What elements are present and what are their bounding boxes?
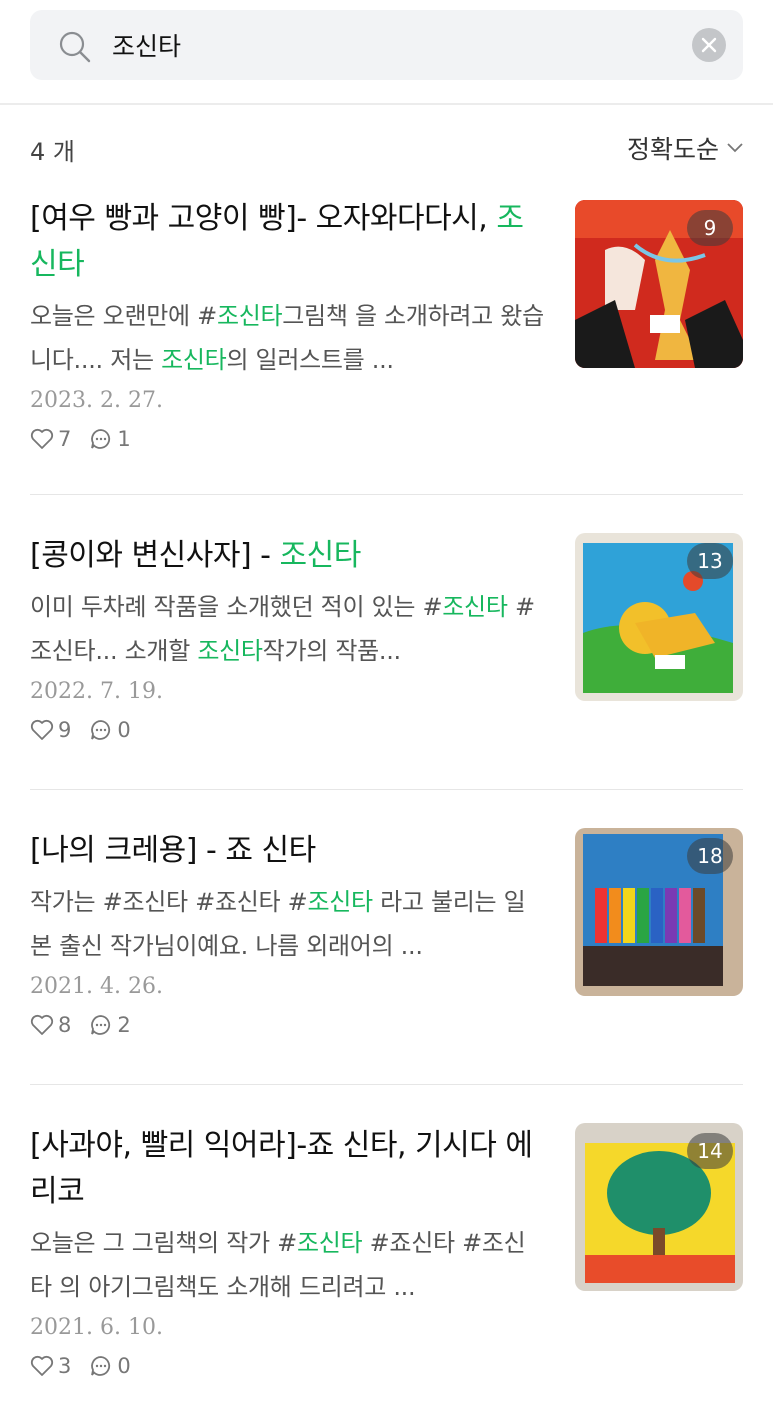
result-date: 2023. 2. 27. <box>30 388 163 413</box>
like-count: 8 <box>58 1013 72 1037</box>
search-bar[interactable] <box>30 10 743 80</box>
comment-icon <box>91 429 111 449</box>
result-stats: 9 0 <box>30 718 545 742</box>
result-count: 4 개 <box>30 138 75 166</box>
result-thumbnail[interactable]: 9 <box>575 200 743 368</box>
sort-label: 정확도순 <box>626 135 719 164</box>
like-count: 3 <box>58 1354 72 1378</box>
image-count-badge: 14 <box>687 1133 733 1169</box>
sort-dropdown[interactable]: 정확도순 <box>627 130 743 166</box>
result-title[interactable]: [사과야, 빨리 익어라]-죠 신타, 기시다 에리코 <box>30 1123 545 1215</box>
heart-icon <box>30 719 54 740</box>
comment-count: 0 <box>117 718 131 742</box>
result-title[interactable]: [콩이와 변신사자] - 조신타 <box>30 533 545 579</box>
search-header <box>0 0 773 105</box>
result-stats: 7 1 <box>30 427 545 451</box>
image-count-badge: 13 <box>687 543 733 579</box>
search-icon <box>59 31 91 63</box>
result-item[interactable]: [콩이와 변신사자] - 조신타 이미 두차례 작품을 소개했던 적이 있는 #… <box>30 494 743 790</box>
comment-icon <box>91 1015 111 1035</box>
result-stats: 8 2 <box>30 1013 545 1037</box>
heart-icon <box>30 428 54 449</box>
like-count: 9 <box>58 718 72 742</box>
close-icon <box>701 37 717 53</box>
result-thumbnail[interactable]: 13 <box>575 533 743 701</box>
result-snippet: 이미 두차례 작품을 소개했던 적이 있는 #조신타 #조신타... 소개할 조… <box>30 593 535 665</box>
clear-search-button[interactable] <box>692 28 726 62</box>
heart-icon <box>30 1014 54 1035</box>
image-count-badge: 18 <box>687 838 733 874</box>
like-count: 7 <box>58 427 72 451</box>
comment-icon <box>91 720 111 740</box>
search-input[interactable] <box>112 26 692 64</box>
image-count-badge: 9 <box>687 210 733 246</box>
result-item[interactable]: [나의 크레용] - 죠 신타 작가는 #조신타 #죠신타 #조신타 라고 불리… <box>30 789 743 1085</box>
result-item[interactable]: [사과야, 빨리 익어라]-죠 신타, 기시다 에리코 오늘은 그 그림책의 작… <box>30 1084 743 1380</box>
comment-count: 0 <box>117 1354 131 1378</box>
result-snippet: 오늘은 오랜만에 #조신타그림책 을 소개하려고 왔습니다.... 저는 조신타… <box>30 302 544 374</box>
comment-count: 1 <box>117 427 131 451</box>
result-title[interactable]: [여우 빵과 고양이 빵]- 오자와다다시, 조신타 <box>30 196 545 288</box>
result-title[interactable]: [나의 크레용] - 죠 신타 <box>30 828 545 874</box>
result-snippet: 오늘은 그 그림책의 작가 #조신타 #죠신타 #조신타 의 아기그림책도 소개… <box>30 1229 526 1301</box>
chevron-down-icon <box>727 143 743 153</box>
result-snippet: 작가는 #조신타 #죠신타 #조신타 라고 불리는 일본 출신 작가님이예요. … <box>30 888 526 960</box>
result-date: 2021. 4. 26. <box>30 974 163 999</box>
comment-count: 2 <box>117 1013 131 1037</box>
result-thumbnail[interactable]: 18 <box>575 828 743 996</box>
result-stats: 3 0 <box>30 1354 545 1378</box>
result-thumbnail[interactable]: 14 <box>575 1123 743 1291</box>
heart-icon <box>30 1355 54 1376</box>
results-meta-row: 4 개 정확도순 <box>30 130 743 166</box>
result-date: 2022. 7. 19. <box>30 679 163 704</box>
result-date: 2021. 6. 10. <box>30 1315 163 1340</box>
comment-icon <box>91 1356 111 1376</box>
result-item[interactable]: [여우 빵과 고양이 빵]- 오자와다다시, 조신타 오늘은 오랜만에 #조신타… <box>30 196 743 492</box>
